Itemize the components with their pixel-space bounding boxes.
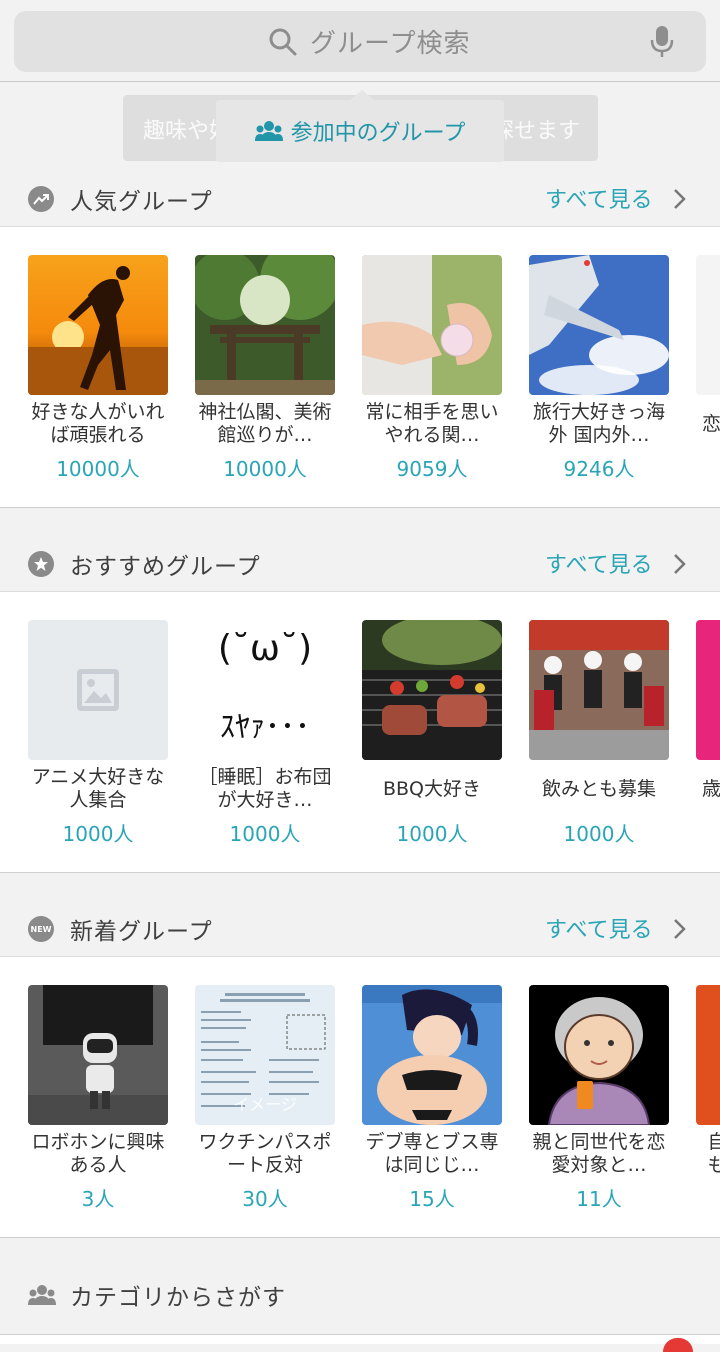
search-bar[interactable]: グループ検索 [14,11,706,72]
group-card[interactable]: デブ専とブス専は同じじ… 15人 [362,985,502,1212]
new-icon: NEW [28,916,54,942]
section-title: 人気グループ [70,189,213,215]
group-card[interactable]: 自も [696,985,720,1183]
category-section-header: カテゴリからさがす [0,1238,720,1338]
group-carousel[interactable]: ロボホンに興味ある人 3人 イメージ ワクチンパスポート反対 30人 デブ専とブ… [0,956,720,1238]
tooltip-label[interactable]: 参加中のグループ [291,115,466,147]
group-card[interactable]: 神社仏閣、美術館巡りが… 10000人 [195,255,335,482]
group-name: 好きな人がいれば頑張れる [31,401,165,446]
group-thumbnail[interactable] [696,985,720,1125]
group-name: 恋 [702,412,720,435]
group-name: 常に相手を思いやれる関… [365,401,499,446]
group-carousel[interactable]: アニメ大好きな人集合 1000人 (˘ω˘) ｽﾔｧ･･･ ［睡眠］お布団が大好… [0,591,720,873]
section-title: 新着グループ [70,919,213,945]
group-name: 歳 [702,777,720,800]
group-name: BBQ大好き [382,777,482,800]
section-header: NEW 新着グループ すべて見る [0,900,720,956]
group-thumbnail[interactable] [28,255,168,395]
group-thumbnail[interactable] [362,985,502,1125]
group-thumbnail[interactable] [28,620,168,760]
member-count: 3人 [81,1187,115,1211]
tooltip-arrow [350,90,374,100]
see-all-link[interactable]: すべて見る [545,182,653,214]
image-placeholder-icon [77,669,119,711]
search-placeholder[interactable]: グループ検索 [310,23,470,60]
group-thumbnail[interactable] [696,620,720,760]
group-card[interactable]: 親と同世代を恋愛対象と… 11人 [529,985,669,1212]
group-name: ロボホンに興味ある人 [31,1131,165,1176]
chevron-right-icon[interactable] [672,918,686,940]
group-card[interactable]: 恋 [696,255,720,453]
member-count: 9246人 [563,457,635,481]
group-name: 旅行大好きっ海外 国内外… [532,401,666,446]
group-card[interactable]: 常に相手を思いやれる関… 9059人 [362,255,502,482]
section-header: 人気グループ すべて見る [0,170,720,226]
group-card[interactable]: イメージ ワクチンパスポート反対 30人 [195,985,335,1212]
category-title: カテゴリからさがす [70,1285,286,1311]
see-all-link[interactable]: すべて見る [545,912,653,944]
group-card[interactable]: (˘ω˘) ｽﾔｧ･･･ ［睡眠］お布団が大好き… 1000人 [195,620,335,847]
group-name: ワクチンパスポート反対 [198,1131,332,1176]
member-count: 10000人 [223,457,307,481]
group-thumbnail[interactable] [195,255,335,395]
group-name: ［睡眠］お布団が大好き… [198,766,332,811]
member-count: 9059人 [396,457,468,481]
member-count: 1000人 [396,822,468,846]
thumbnail-text-top: (˘ω˘) [217,628,313,669]
trending-icon [28,186,54,212]
group-name: 自も [702,1131,720,1177]
category-list-top [0,1334,720,1344]
group-card[interactable]: ロボホンに興味ある人 3人 [28,985,168,1212]
member-count: 10000人 [56,457,140,481]
group-thumbnail[interactable] [529,255,669,395]
search-icon [269,28,297,56]
group-card[interactable]: 旅行大好きっ海外 国内外… 9246人 [529,255,669,482]
group-thumbnail[interactable] [362,255,502,395]
search-area: グループ検索 [0,0,720,82]
group-icon [254,121,283,141]
group-thumbnail[interactable] [362,620,502,760]
member-count: 30人 [242,1187,288,1211]
group-card[interactable]: 歳 [696,620,720,818]
group-name: 飲みとも募集 [541,777,656,800]
member-count: 1000人 [229,822,301,846]
svg-text:イメージ: イメージ [233,1095,297,1114]
new-icon-text: NEW [30,924,52,934]
group-carousel[interactable]: 好きな人がいれば頑張れる 10000人 神社仏閣、美術館巡りが… 10000人 [0,226,720,508]
group-name: アニメ大好きな人集合 [31,766,165,811]
group-card[interactable]: BBQ大好き 1000人 [362,620,502,847]
group-card[interactable]: 飲みとも募集 1000人 [529,620,669,847]
section-header: おすすめグループ すべて見る [0,535,720,591]
member-count: 1000人 [563,822,635,846]
group-thumbnail[interactable] [28,985,168,1125]
star-icon [28,551,54,577]
group-name: 親と同世代を恋愛対象と… [532,1131,666,1176]
member-count: 15人 [409,1187,455,1211]
group-name: 神社仏閣、美術館巡りが… [198,401,332,446]
section-title: おすすめグループ [70,554,261,580]
group-thumbnail[interactable] [529,985,669,1125]
member-count: 11人 [576,1187,622,1211]
group-card[interactable]: アニメ大好きな人集合 1000人 [28,620,168,847]
group-thumbnail[interactable] [696,255,720,395]
people-icon [28,1285,56,1305]
group-name: デブ専とブス専は同じじ… [365,1131,499,1176]
group-thumbnail[interactable]: (˘ω˘) ｽﾔｧ･･･ [195,620,335,760]
see-all-link[interactable]: すべて見る [545,547,653,579]
group-thumbnail[interactable]: イメージ [195,985,335,1125]
microphone-icon[interactable] [650,25,674,59]
chevron-right-icon[interactable] [672,553,686,575]
chevron-right-icon[interactable] [672,188,686,210]
group-card[interactable]: 好きな人がいれば頑張れる 10000人 [28,255,168,482]
member-count: 1000人 [62,822,134,846]
group-thumbnail[interactable] [529,620,669,760]
joined-groups-tooltip[interactable]: 参加中のグループ [216,90,504,162]
thumbnail-text-bottom: ｽﾔｧ･･･ [220,710,310,745]
